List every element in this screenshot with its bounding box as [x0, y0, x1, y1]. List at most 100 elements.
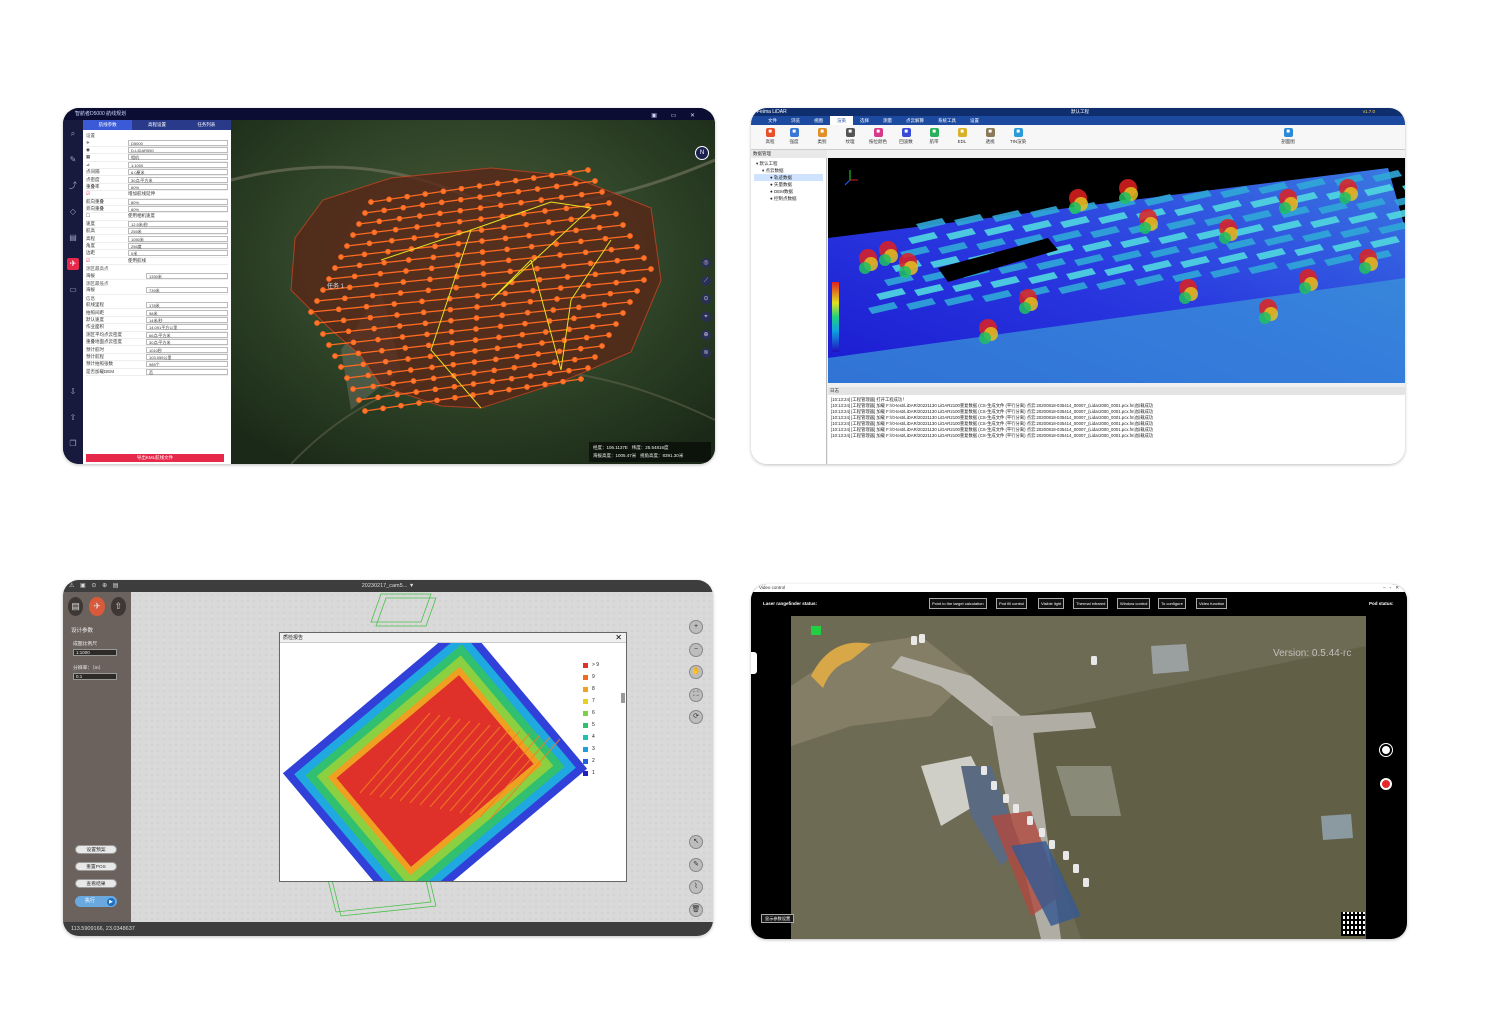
point-cloud-view[interactable] [828, 158, 1405, 383]
ribbon-button[interactable]: ■ 航带 [919, 128, 949, 145]
hand-icon[interactable]: ✋ [689, 665, 703, 679]
flight-input[interactable]: 255米 [128, 228, 228, 235]
tab-elevation[interactable]: 高程设置 [132, 120, 181, 130]
pen-icon[interactable]: ✎ [67, 154, 79, 166]
param-input[interactable]: 30点/平方米 [128, 176, 228, 183]
locate-icon[interactable]: ⊙ [701, 294, 711, 304]
ribbon-button[interactable]: ■ 类别 [807, 128, 837, 145]
flight-input[interactable]: 12.5米/秒 [128, 220, 228, 227]
ruler-icon[interactable]: ⟋ [701, 276, 711, 286]
chevron-down-icon[interactable]: ▼ [409, 583, 414, 589]
layers-icon[interactable]: ▭ [67, 284, 79, 296]
tree-item[interactable]: ▾ 默认工程 [754, 160, 823, 167]
window-controls[interactable]: –▫✕ [1383, 584, 1403, 592]
tree-item[interactable]: ▾ 点云数据 [754, 167, 823, 174]
payload-select[interactable]: D-LIDAR550 [128, 146, 228, 153]
ribbon-button[interactable]: ■ 纹理 [835, 128, 865, 145]
trash-icon[interactable]: 🗑 [689, 902, 703, 917]
param-input[interactable]: 60% [128, 183, 228, 190]
satellite-map[interactable]: 任务 1 N ◎ ⟋ ⊙ ⌖ ⊕ ≋ 经度：106.1137E 纬度：25.54… [230, 120, 715, 464]
import-icon[interactable]: ⇩ [67, 386, 79, 398]
flight-input[interactable]: 1050米 [128, 235, 228, 242]
reset-pos-button[interactable]: 重置POS [75, 862, 117, 871]
tree-item[interactable]: ● DEM数据 [754, 188, 823, 195]
video-control-button[interactable]: Pod fill control [996, 598, 1028, 609]
menu-item[interactable]: 点云解算 [899, 116, 931, 125]
ribbon-button[interactable]: ■ 剖面图 [1273, 128, 1303, 145]
menu-item[interactable]: 渲染 [830, 116, 853, 125]
tab-task-list[interactable]: 任务列表 [182, 120, 231, 130]
ribbon-button[interactable]: ■ EDL [947, 128, 977, 144]
zoom-in-icon[interactable]: + [689, 620, 703, 634]
mode-select[interactable]: 相机 [128, 154, 228, 161]
close-icon[interactable]: ✕ [615, 633, 622, 643]
edit-icon[interactable]: ✎ [689, 857, 703, 872]
zoom-out-icon[interactable]: − [689, 642, 703, 657]
menu-item[interactable]: 文件 [761, 116, 784, 125]
ribbon-button[interactable]: ■ 按位颜色 [863, 128, 893, 145]
menu-item[interactable]: 设置 [963, 116, 986, 125]
scrollbar[interactable] [621, 693, 625, 703]
rotate-icon[interactable]: ⟳ [689, 710, 703, 724]
upload-icon[interactable]: ⇧ [110, 597, 126, 616]
menu-item[interactable]: 浏览 [784, 116, 807, 125]
video-control-button[interactable]: To configure [1158, 598, 1186, 609]
tab-route-params[interactable]: 航线参数 [83, 120, 133, 130]
video-control-button[interactable]: Point to the target calculation [929, 598, 987, 609]
tag-icon[interactable]: ◇ [67, 206, 79, 218]
layer-switch-icon[interactable]: ≋ [701, 348, 711, 358]
camera-capture-button[interactable] [1380, 744, 1392, 756]
ribbon-button[interactable]: ■ TIN渲染 [1003, 128, 1033, 145]
route-icon[interactable]: ⤴ [67, 180, 79, 192]
tree-item[interactable]: ● 控制点数据 [754, 195, 823, 202]
video-control-button[interactable]: Video function [1196, 598, 1228, 609]
fit-view-icon[interactable]: ⛶ [689, 687, 703, 702]
point-cloud-canvas[interactable] [828, 158, 1405, 383]
resolution-input[interactable]: 0.1 [73, 673, 117, 680]
video-control-button[interactable]: Thermal infrared [1073, 598, 1109, 609]
copy-icon[interactable]: ❐ [67, 438, 79, 450]
ribbon-button[interactable]: ■ 强度 [779, 128, 809, 145]
select-icon[interactable]: ↖ [689, 835, 703, 849]
map-canvas[interactable]: 任务 1 [230, 120, 715, 464]
run-button[interactable]: 执行 ▶ [75, 896, 117, 907]
lasso-icon[interactable]: ⌇ [689, 880, 703, 894]
overlap-input[interactable]: 80% [128, 198, 228, 205]
flight-input[interactable]: 256度 [128, 243, 228, 250]
export-kml-button[interactable]: 导出KML航线文件 [86, 454, 224, 462]
menu-item[interactable]: 系统工具 [931, 116, 963, 125]
document-icon[interactable]: ▤ [67, 232, 79, 244]
tree-item[interactable]: ● 矢量数据 [754, 181, 823, 188]
menu-item[interactable]: 视图 [807, 116, 830, 125]
drone-select[interactable]: D5000 [128, 139, 228, 146]
globe-icon[interactable]: ⊕ [701, 330, 711, 340]
map-canvas[interactable]: 质检报告 ✕ > 9987654321 + − ✋ ⛶ ⟳ ↖ ✎ ⌇ 🗑 [131, 592, 713, 922]
compass-icon[interactable]: N [695, 146, 709, 160]
sidebar-toggle[interactable] [751, 652, 757, 674]
overlap-input[interactable]: 60% [128, 206, 228, 213]
gps-icon[interactable]: ◎ [701, 258, 711, 268]
route-plan-icon[interactable]: ✈ [67, 258, 79, 270]
menu-item[interactable]: 测量 [876, 116, 899, 125]
param-input[interactable]: 6.0厘米 [128, 169, 228, 176]
drone-icon[interactable]: ✈ [89, 597, 105, 616]
live-video-feed[interactable] [791, 616, 1366, 939]
pin-icon[interactable]: ⌖ [701, 312, 711, 322]
checkbox-extend[interactable]: ☑ [86, 191, 128, 197]
checkbox-camera-speed[interactable]: ☐ [86, 213, 128, 219]
display-settings-button[interactable]: 显示参数设置 [761, 914, 795, 923]
ribbon-button[interactable]: ■ 透视 [975, 128, 1005, 145]
record-button[interactable] [1380, 778, 1392, 790]
tree-item[interactable]: ● 轨迹数据 [754, 174, 823, 181]
video-control-button[interactable]: Visible light [1038, 598, 1065, 609]
view-result-button[interactable]: 查看结果 [75, 879, 117, 888]
scale-select[interactable]: 1:1000 [128, 161, 228, 168]
search-icon[interactable]: ⌕ [67, 128, 79, 140]
export-icon[interactable]: ⇧ [67, 412, 79, 424]
set-plan-button[interactable]: 设置预案 [75, 845, 117, 854]
checkbox-use-route[interactable]: ☑ [86, 258, 128, 264]
flight-input[interactable]: 0米 [128, 250, 228, 257]
video-frame[interactable] [791, 616, 1366, 939]
scale-select[interactable]: 1:1000 [73, 649, 117, 656]
ribbon-button[interactable]: ■ 回波数 [891, 128, 921, 145]
